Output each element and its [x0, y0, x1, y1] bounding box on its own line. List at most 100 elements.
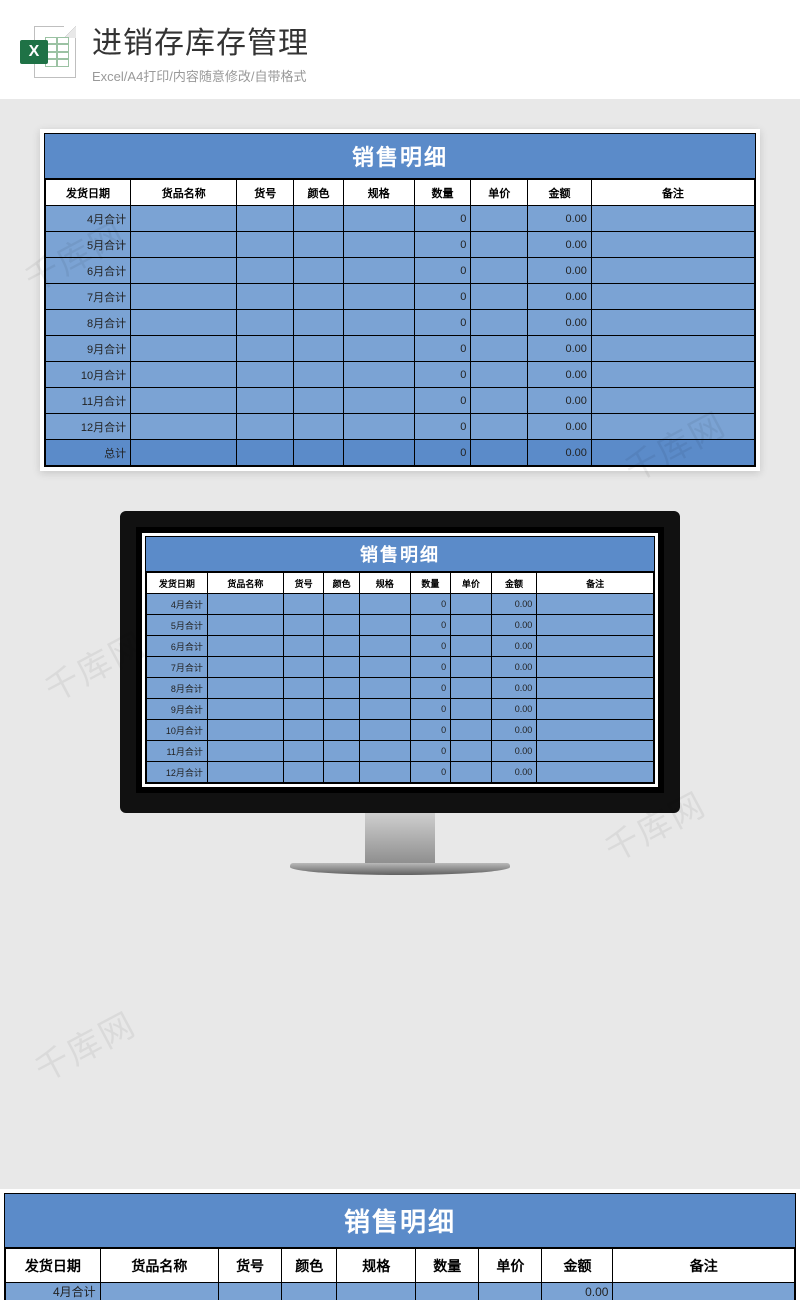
cell-name — [207, 762, 283, 783]
table-row: 4月合计00.00 — [147, 594, 654, 615]
cell-price — [451, 636, 492, 657]
cell-date: 7月合计 — [147, 657, 208, 678]
cell-price — [471, 388, 528, 414]
cell-price — [451, 657, 492, 678]
cell-note — [591, 284, 754, 310]
cell-price — [451, 720, 492, 741]
column-header: 备注 — [591, 180, 754, 206]
table-row: 4月合计00.00 — [46, 206, 755, 232]
cell-note — [537, 678, 654, 699]
cell-color — [324, 615, 359, 636]
cell-name — [131, 232, 237, 258]
sales-table: 发货日期货品名称货号颜色规格数量单价金额备注 4月合计00.005月合计00.0… — [146, 572, 654, 783]
table-row: 9月合计00.00 — [46, 336, 755, 362]
cell-amount: 0.00 — [528, 284, 592, 310]
column-header: 货品名称 — [131, 180, 237, 206]
cell-amount: 0.00 — [491, 762, 537, 783]
cell-color — [294, 284, 344, 310]
cell-code — [283, 762, 324, 783]
column-header: 单价 — [471, 180, 528, 206]
cell-name — [207, 678, 283, 699]
cell-name — [131, 414, 237, 440]
cell-name — [131, 336, 237, 362]
cell-code — [283, 678, 324, 699]
table-row: 6月合计 0 0.00 — [147, 636, 654, 657]
cell-amount: 0.00 — [491, 615, 537, 636]
cell-name — [131, 284, 237, 310]
cell-qty: 0 — [410, 636, 451, 657]
column-header: 货号 — [237, 180, 294, 206]
cell-color — [294, 206, 344, 232]
cell-date: 8月合计 — [46, 310, 131, 336]
cell-spec — [343, 388, 414, 414]
cell-price — [471, 440, 528, 466]
cell-date: 总计 — [46, 440, 131, 466]
sales-sheet: 销售明细 发货日期货品名称货号颜色规格数量单价金额备注 4月合计00.005月合… — [44, 133, 756, 467]
column-header: 金额 — [528, 180, 592, 206]
cell-color — [324, 678, 359, 699]
table-row: 11月合计00.00 — [147, 741, 654, 762]
table-row: 8月合计00.00 — [147, 678, 654, 699]
cell-color — [324, 594, 359, 615]
cell-amount: 0.00 — [528, 232, 592, 258]
cell-name — [131, 310, 237, 336]
cell-color — [294, 440, 344, 466]
column-header: 规格 — [343, 180, 414, 206]
cell-qty: 0 — [410, 762, 451, 783]
table-row: 9月合计00.00 — [147, 699, 654, 720]
column-header: 发货日期 — [147, 573, 208, 594]
column-header: 发货日期 — [46, 180, 131, 206]
cell-code — [283, 741, 324, 762]
cell-qty: 0 — [414, 206, 471, 232]
cell-amount: 0.00 — [528, 362, 592, 388]
cell-spec — [343, 362, 414, 388]
column-header: 金额 — [542, 1249, 613, 1283]
cell-spec — [359, 699, 410, 720]
cell-price — [471, 206, 528, 232]
cell-color — [324, 699, 359, 720]
table-row: 7月合计00.00 — [147, 657, 654, 678]
cell-note — [537, 699, 654, 720]
cell-spec — [343, 414, 414, 440]
cell-amount: 0.00 — [491, 699, 537, 720]
cell-color — [294, 310, 344, 336]
cell-name — [207, 699, 283, 720]
cell-spec — [359, 720, 410, 741]
cell-name — [131, 258, 237, 284]
cell-color — [324, 762, 359, 783]
column-header: 货号 — [283, 573, 324, 594]
cell-price — [451, 762, 492, 783]
table-row: 12月合计00.00 — [46, 414, 755, 440]
cell-date: 9月合计 — [46, 336, 131, 362]
cell-amount: 0.00 — [491, 741, 537, 762]
cell-code — [283, 699, 324, 720]
cell-amount: 0.00 — [528, 336, 592, 362]
table-row: 5月合计00.00 — [147, 615, 654, 636]
cell-price — [451, 615, 492, 636]
cell-code — [283, 720, 324, 741]
cell-spec — [359, 678, 410, 699]
cell-qty: 0 — [414, 310, 471, 336]
table-row: 11月合计00.00 — [46, 388, 755, 414]
cell-date: 6月合计 — [147, 636, 208, 657]
monitor-mockup: 销售明细 发货日期货品名称货号颜色规格数量单价金额备注 4月合计00.005月合… — [0, 511, 800, 875]
watermark: 千库网 — [25, 998, 143, 1092]
cell-price — [451, 594, 492, 615]
table-row: 12月合计00.00 — [147, 762, 654, 783]
excel-icon: X — [24, 26, 76, 78]
column-header: 颜色 — [294, 180, 344, 206]
column-header: 金额 — [491, 573, 537, 594]
column-header: 单价 — [479, 1249, 542, 1283]
cell-date: 11月合计 — [147, 741, 208, 762]
cell-price — [471, 258, 528, 284]
cell-spec — [343, 310, 414, 336]
table-row: 10月合计00.00 — [46, 362, 755, 388]
page-subtitle: Excel/A4打印/内容随意修改/自带格式 — [92, 66, 776, 85]
cell-amount: 0.00 — [528, 206, 592, 232]
cell-note — [591, 310, 754, 336]
cell-date: 10月合计 — [147, 720, 208, 741]
cell-amount: 0.00 — [491, 657, 537, 678]
cell-amount: 0.00 — [491, 636, 537, 657]
cell-code — [237, 206, 294, 232]
cell-code — [283, 615, 324, 636]
